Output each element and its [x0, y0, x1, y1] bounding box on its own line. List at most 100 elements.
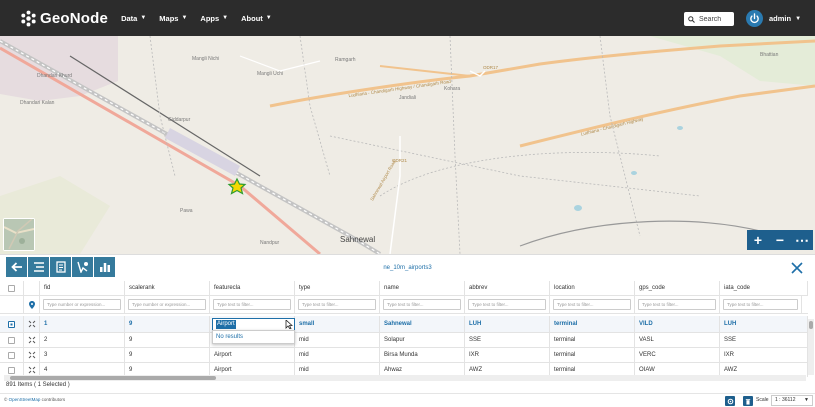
background-selector-thumbnail[interactable]	[3, 218, 35, 251]
cell-scalerank[interactable]: 9	[125, 348, 210, 363]
tools-column-header	[24, 281, 40, 296]
cell-iata-code[interactable]: LUH	[720, 316, 808, 333]
delete-button[interactable]	[743, 396, 753, 406]
cell-scalerank[interactable]: 9	[125, 333, 210, 348]
row-checkbox[interactable]	[8, 337, 15, 344]
row-checkbox[interactable]	[8, 352, 15, 359]
column-header-location[interactable]: location	[550, 281, 635, 296]
column-header-fid[interactable]: fid	[40, 281, 125, 296]
column-header-featurecla[interactable]: featurecla	[210, 281, 295, 296]
zoom-to-feature-icon[interactable]	[28, 320, 36, 328]
row-checkbox[interactable]	[8, 367, 15, 374]
cell-gps-code[interactable]: VASL	[635, 333, 720, 348]
map-viewer[interactable]: Dhandari Khurd Dhandari Kalan Mangli Nic…	[0, 36, 815, 254]
search-icon[interactable]	[688, 15, 695, 23]
filter-input-scalerank[interactable]	[128, 299, 206, 310]
cell-type[interactable]: mid	[295, 348, 380, 363]
scrollbar-thumb[interactable]	[10, 376, 216, 380]
filter-input-fid[interactable]	[43, 299, 121, 310]
row-select-cell	[0, 333, 24, 348]
filter-cell	[295, 296, 380, 314]
map-label-giddarpur: Giddarpur	[168, 117, 191, 123]
cell-gps-code[interactable]: VILD	[635, 316, 720, 333]
table-row[interactable]: 1 9 small Sahnewal LUH terminal VILD LUH…	[0, 316, 808, 333]
cell-abbrev[interactable]: LUH	[465, 316, 550, 333]
menu-apps[interactable]: Apps ▼	[200, 14, 228, 23]
column-header-name[interactable]: name	[380, 281, 465, 296]
close-icon[interactable]	[790, 261, 804, 275]
menu-maps[interactable]: Maps ▼	[159, 14, 187, 23]
map-label-mangli-uchi: Mangli Uchi	[257, 71, 284, 77]
filter-input-location[interactable]	[553, 299, 631, 310]
cell-fid[interactable]: 3	[40, 348, 125, 363]
zoom-to-feature-icon[interactable]	[28, 366, 36, 374]
cell-location[interactable]: terminal	[550, 333, 635, 348]
cell-scalerank[interactable]: 9	[125, 316, 210, 333]
table-row[interactable]: 2 9 Airport mid Solapur SSE terminal VAS…	[0, 333, 808, 348]
select-all-checkbox[interactable]	[8, 285, 15, 292]
cell-featurecla[interactable]: Airport	[210, 348, 295, 363]
zoom-out-button[interactable]: −	[770, 233, 790, 247]
brand-logo[interactable]: GeoNode	[20, 10, 108, 27]
zoom-in-button[interactable]: +	[748, 233, 768, 247]
filter-input-name[interactable]	[383, 299, 461, 310]
map-label-mangli-nichi: Mangli Nichi	[192, 56, 220, 62]
cell-name[interactable]: Sahnewal	[380, 316, 465, 333]
cell-fid[interactable]: 2	[40, 333, 125, 348]
scale-select[interactable]: 1 : 36112 ▼	[771, 395, 813, 406]
map-label-jandiali: Jandiali	[399, 95, 416, 101]
cell-iata-code[interactable]: IXR	[720, 348, 808, 363]
zoom-to-feature-icon[interactable]	[28, 351, 36, 359]
map-label-kohara: Kohara	[444, 86, 461, 92]
menu-data-label: Data	[121, 13, 138, 23]
scrollbar-thumb[interactable]	[809, 321, 813, 329]
column-header-abbrev[interactable]: abbrev	[465, 281, 550, 296]
filter-input-type[interactable]	[298, 299, 376, 310]
chevron-down-icon: ▼	[795, 15, 802, 22]
cell-abbrev[interactable]: SSE	[465, 333, 550, 348]
search-box[interactable]	[684, 12, 734, 26]
menu-about[interactable]: About ▼	[241, 14, 272, 23]
attribution-link[interactable]: OpenStreetMap	[9, 397, 41, 402]
cell-name[interactable]: Birsa Munda	[380, 348, 465, 363]
column-header-scalerank[interactable]: scalerank	[125, 281, 210, 296]
pin-icon[interactable]	[28, 301, 35, 309]
power-icon[interactable]	[746, 10, 763, 27]
table-row[interactable]: 3 9 Airport mid Birsa Munda IXR terminal…	[0, 348, 808, 363]
filter-input-gps-code[interactable]	[638, 299, 716, 310]
top-navbar: GeoNode Data▼ Maps▼ Apps▼ About▼ admin ▼	[0, 0, 815, 36]
feature-table: fid scalerank featurecla type name abbre…	[0, 281, 808, 377]
filter-input-abbrev[interactable]	[468, 299, 546, 310]
more-options-button[interactable]: ⋯	[792, 233, 812, 247]
search-input[interactable]	[699, 15, 733, 23]
cell-location[interactable]: terminal	[550, 316, 635, 333]
cell-abbrev[interactable]: IXR	[465, 348, 550, 363]
map-label-nandpur: Nandpur	[260, 240, 280, 246]
settings-button[interactable]	[725, 396, 735, 406]
cell-location[interactable]: terminal	[550, 348, 635, 363]
chevron-down-icon: ▼	[804, 397, 809, 403]
row-checkbox[interactable]	[8, 321, 15, 328]
brand-name: GeoNode	[40, 9, 109, 27]
column-header-type[interactable]: type	[295, 281, 380, 296]
filter-input-featurecla[interactable]	[213, 299, 291, 310]
column-header-gps-code[interactable]: gps_code	[635, 281, 720, 296]
zoom-to-feature-icon[interactable]	[28, 336, 36, 344]
cell-iata-code[interactable]: SSE	[720, 333, 808, 348]
cell-name[interactable]: Solapur	[380, 333, 465, 348]
cell-type[interactable]: small	[295, 316, 380, 333]
editor-selected-text: Airport	[216, 320, 236, 329]
user-menu[interactable]: admin ▼	[746, 10, 801, 27]
horizontal-scrollbar[interactable]	[4, 375, 806, 381]
vertical-scrollbar[interactable]	[808, 319, 814, 375]
row-tools-cell	[24, 348, 40, 363]
filter-input-iata-code[interactable]	[723, 299, 798, 310]
cell-type[interactable]: mid	[295, 333, 380, 348]
cell-fid[interactable]: 1	[40, 316, 125, 333]
map-canvas[interactable]	[0, 36, 815, 254]
menu-data[interactable]: Data ▼	[121, 14, 146, 23]
cell-gps-code[interactable]: VERC	[635, 348, 720, 363]
column-header-iata-code[interactable]: iata_code	[720, 281, 808, 296]
filter-cell	[465, 296, 550, 314]
filter-row	[0, 296, 808, 314]
